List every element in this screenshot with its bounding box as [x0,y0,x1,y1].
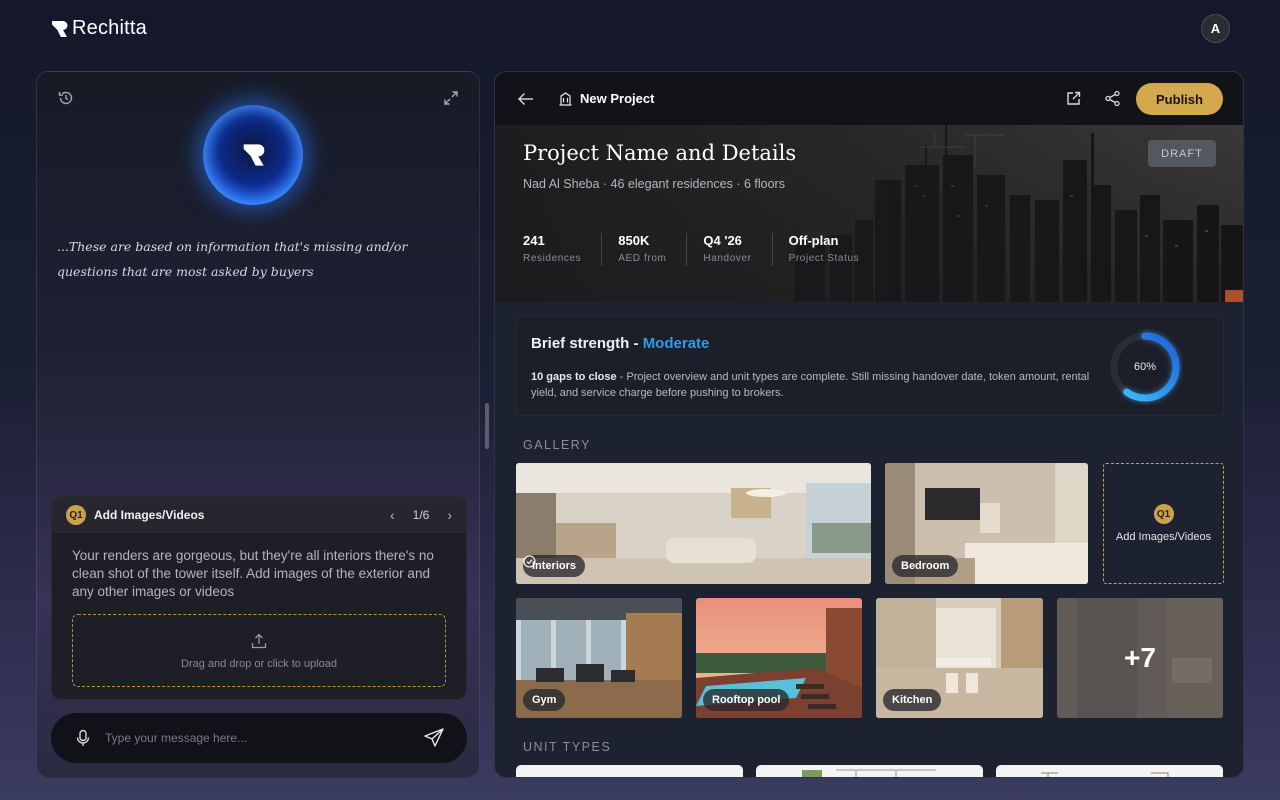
gallery-tile-more[interactable]: +7 [1057,598,1223,718]
stat-label: AED from [618,253,667,264]
gallery-tile-rooftop-pool[interactable]: Rooftop pool [696,598,862,718]
logo-mark-icon [52,20,68,37]
project-title[interactable]: Project Name and Details [523,141,796,165]
tile-label: Kitchen [883,689,942,711]
add-images-tile[interactable]: Q1 Add Images/Videos [1103,463,1224,584]
question-header: Q1 Add Images/Videos ‹ 1/6 › [52,497,466,533]
gallery-tile-interiors[interactable]: Interiors [516,463,871,584]
chevron-left-icon[interactable]: ‹ [390,507,395,523]
stat-item: 850K AED from [618,233,688,266]
share-icon[interactable] [1104,90,1121,107]
tile-label-text: Gym [532,694,557,706]
status-badge: DRAFT [1148,140,1216,167]
more-count: +7 [1124,642,1156,673]
tile-label-text: Interiors [532,560,577,572]
tile-label-text: Kitchen [892,694,933,706]
project-header: New Project Publish [495,72,1243,125]
unit-type-card[interactable] [756,765,983,777]
stat-label: Handover [703,253,752,264]
stat-value: Off-plan [788,233,839,248]
stat-value: 241 [523,233,545,248]
strength-description: 10 gaps to close - Project overview and … [531,369,1091,401]
app-logo[interactable]: Rechitta [50,17,147,40]
question-card: Q1 Add Images/Videos ‹ 1/6 › Your render… [51,496,467,700]
stat-label: Project Status [788,253,860,264]
project-hero: Project Name and Details Nad Al Sheba · … [495,125,1243,302]
stat-label: Residences [523,253,582,264]
chevron-right-icon[interactable]: › [447,507,452,523]
top-bar: Rechitta A [0,0,1280,60]
history-icon[interactable] [57,89,75,107]
microphone-icon[interactable] [73,728,93,748]
floorplan-image [1041,772,1169,777]
upload-icon [251,633,267,648]
pager-count: 1/6 [412,508,430,522]
tile-label-text: Rooftop pool [712,694,781,706]
tile-label-text: Bedroom [901,560,950,572]
tile-label: Interiors [523,555,586,577]
assistant-message: ...These are based on information that's… [57,239,408,279]
back-arrow-icon[interactable] [516,89,536,109]
check-circle-icon [523,555,536,568]
unit-types-heading: UNIT TYPES [523,740,612,754]
stat-item: Q4 '26 Handover [703,233,773,266]
unit-type-card[interactable] [996,765,1223,777]
question-badge: Q1 [1153,504,1174,524]
gallery-tile-gym[interactable]: Gym [516,598,682,718]
floorplan-image [802,769,936,777]
message-input[interactable] [105,731,423,745]
assistant-panel: ...These are based on information that's… [36,71,480,778]
stat-item: 241 Residences [523,233,603,266]
strength-percent: 60% [1133,361,1157,373]
expand-icon[interactable] [442,89,460,107]
tile-label: Bedroom [892,555,959,577]
question-badge: Q1 [66,505,86,525]
stat-value: 850K [618,233,650,248]
orb-logo-icon [243,144,265,166]
project-stats: 241 Residences 850K AED from Q4 '26 Hand… [523,233,895,266]
stat-item: Off-plan Project Status [789,233,880,266]
tile-label: Rooftop pool [703,689,790,711]
stat-value: Q4 '26 [703,233,742,248]
strength-title: Brief strength - Moderate [531,335,709,352]
gallery-tile-bedroom[interactable]: Bedroom [885,463,1088,584]
add-images-label: Add Images/Videos [1115,531,1212,543]
assistant-orb [203,105,303,205]
publish-button[interactable]: Publish [1136,83,1223,115]
gallery-heading: GALLERY [523,438,591,452]
gaps-count: 10 gaps to close [531,371,617,383]
open-external-icon[interactable] [1065,90,1082,107]
strength-level: Moderate [642,335,710,352]
question-text: Your renders are gorgeous, but they're a… [72,548,434,599]
brief-strength-card: Brief strength - Moderate 10 gaps to clo… [516,316,1224,416]
header-title: New Project [580,91,655,106]
panel-resize-handle[interactable] [485,403,489,449]
strength-label: Brief strength - [531,335,639,352]
tile-label: Gym [523,689,566,711]
send-icon[interactable] [423,727,445,749]
question-title: Add Images/Videos [94,508,205,522]
gallery-tile-kitchen[interactable]: Kitchen [876,598,1043,718]
question-pager: ‹ 1/6 › [390,497,452,533]
upload-hint: Drag and drop or click to upload [181,657,337,670]
building-icon [559,92,572,106]
app-name: Rechitta [72,17,147,39]
user-avatar[interactable]: A [1201,14,1230,43]
project-subtitle: Nad Al Sheba · 46 elegant residences · 6… [523,177,785,191]
message-composer [51,713,467,763]
unit-type-card[interactable] [516,765,743,777]
upload-dropzone[interactable]: Drag and drop or click to upload [72,614,446,687]
project-panel: New Project Publish Project Name and Det… [494,71,1244,778]
